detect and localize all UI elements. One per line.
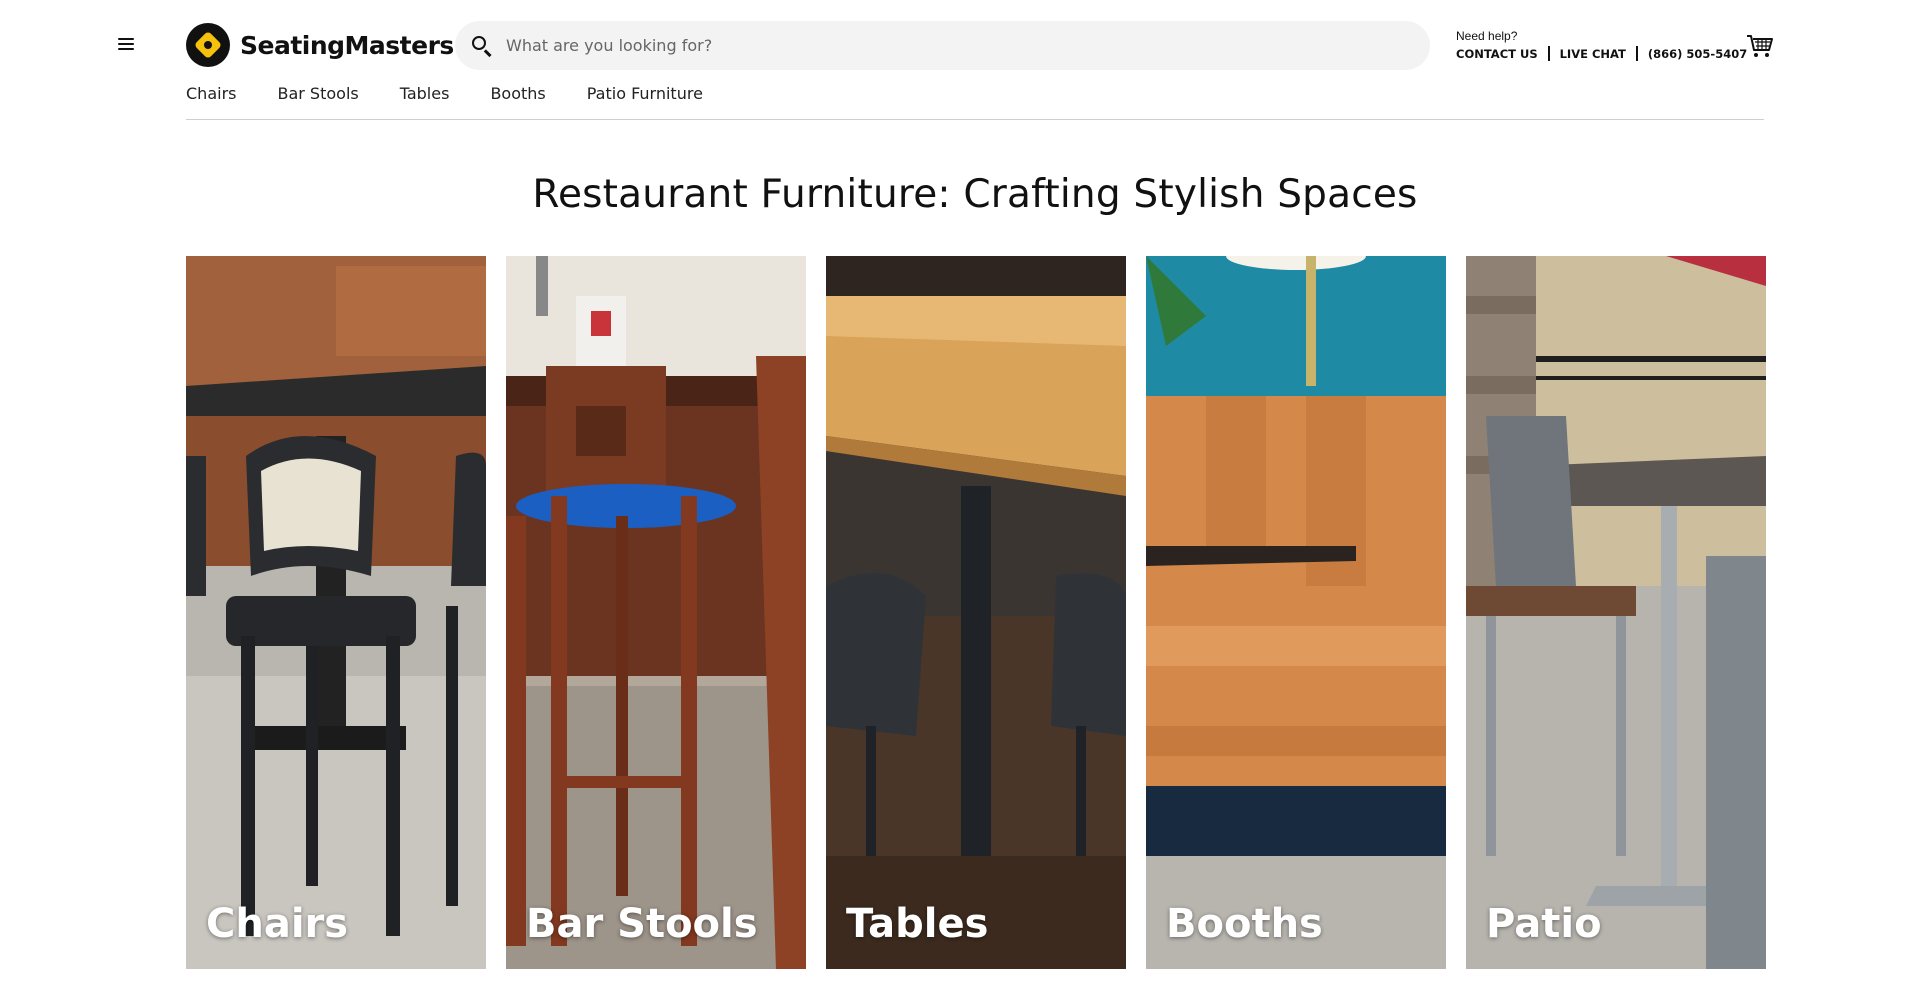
category-label-booths: Booths: [1166, 901, 1323, 947]
category-label-patio: Patio: [1486, 901, 1602, 947]
category-card-tables[interactable]: Tables: [826, 256, 1126, 969]
tables-image: [826, 256, 1126, 969]
brand-name: SeatingMasters: [240, 30, 454, 60]
category-card-chairs[interactable]: Chairs: [186, 256, 486, 969]
nav-item-patio-furniture[interactable]: Patio Furniture: [587, 84, 703, 103]
category-card-bar-stools[interactable]: Bar Stools: [506, 256, 806, 969]
search-icon[interactable]: [470, 34, 494, 58]
phone-link[interactable]: (866) 505-5407: [1648, 47, 1747, 61]
category-cards: Chairs Bar Stools Tables Booths Patio: [186, 256, 1766, 969]
brand-logo-icon: [186, 23, 230, 67]
search-input[interactable]: [506, 36, 1406, 55]
bar-stools-image: [506, 256, 806, 969]
booths-image: [1146, 256, 1446, 969]
nav-divider: [186, 119, 1764, 120]
category-label-tables: Tables: [846, 901, 989, 947]
category-nav: Chairs Bar Stools Tables Booths Patio Fu…: [186, 84, 744, 103]
contact-us-link[interactable]: CONTACT US: [1456, 47, 1538, 61]
nav-item-tables[interactable]: Tables: [400, 84, 450, 103]
help-label: Need help?: [1456, 29, 1518, 43]
live-chat-link[interactable]: LIVE CHAT: [1560, 47, 1626, 61]
divider: [1635, 46, 1638, 61]
site-header: SeatingMasters Need help? CONTACT US LIV…: [0, 0, 1920, 92]
help-block: Need help? CONTACT US LIVE CHAT (866) 50…: [1456, 29, 1747, 61]
divider: [1547, 46, 1550, 61]
search-bar[interactable]: [455, 21, 1430, 70]
nav-item-booths[interactable]: Booths: [490, 84, 545, 103]
page-title: Restaurant Furniture: Crafting Stylish S…: [532, 172, 1418, 217]
nav-item-bar-stools[interactable]: Bar Stools: [277, 84, 358, 103]
category-label-chairs: Chairs: [206, 901, 349, 947]
category-label-bar-stools: Bar Stools: [526, 901, 758, 947]
nav-item-chairs[interactable]: Chairs: [186, 84, 236, 103]
chairs-image: [186, 256, 486, 969]
help-links: CONTACT US LIVE CHAT (866) 505-5407: [1456, 46, 1747, 61]
patio-image: [1466, 256, 1766, 969]
hamburger-menu-icon[interactable]: [116, 35, 136, 55]
brand-logo[interactable]: SeatingMasters: [186, 23, 454, 67]
shopping-cart-icon[interactable]: [1746, 33, 1774, 59]
category-card-booths[interactable]: Booths: [1146, 256, 1446, 969]
category-card-patio[interactable]: Patio: [1466, 256, 1766, 969]
